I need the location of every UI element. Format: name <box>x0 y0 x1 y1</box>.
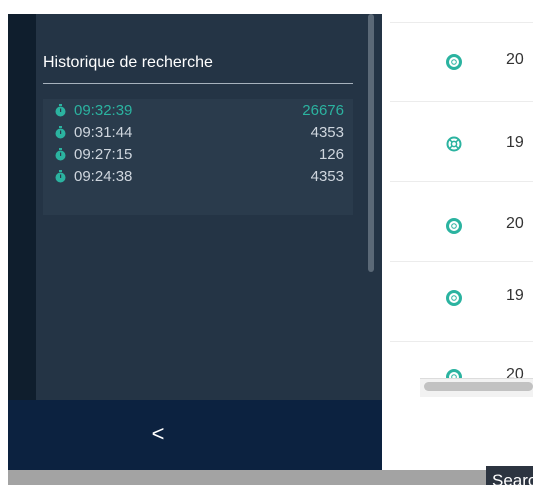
history-count: 126 <box>318 146 344 163</box>
lifebuoy-icon <box>446 54 462 70</box>
lifebuoy-icon <box>446 136 462 152</box>
sidebar-edge <box>8 14 36 400</box>
results-list: 20 19 20 19 20 <box>390 0 533 400</box>
history-count: 4353 <box>310 124 344 141</box>
list-item[interactable]: 20 <box>390 22 533 102</box>
list-item[interactable]: 19 <box>390 101 533 181</box>
stopwatch-icon <box>55 148 66 161</box>
list-item[interactable]: 19 <box>390 261 533 341</box>
list-item[interactable]: 20 <box>390 181 533 261</box>
history-item[interactable]: 09:32:39 26676 <box>43 99 353 121</box>
sidebar-footer: < <box>8 400 382 470</box>
row-value: 19 <box>506 287 524 304</box>
app-root: Historique de recherche 09:32:39 26676 0… <box>0 0 533 485</box>
history-title: Historique de recherche <box>43 54 213 71</box>
history-item[interactable]: 09:27:15 126 <box>43 143 353 165</box>
search-button[interactable]: Search <box>486 466 533 485</box>
collapse-sidebar-button[interactable]: < <box>138 414 178 454</box>
stopwatch-icon <box>55 170 66 183</box>
lifebuoy-icon <box>446 290 462 306</box>
row-value: 20 <box>506 51 524 68</box>
history-time: 09:24:38 <box>74 168 133 185</box>
history-time: 09:27:15 <box>74 146 133 163</box>
history-divider <box>43 83 353 84</box>
history-count: 26676 <box>302 102 344 119</box>
bottom-bar <box>8 470 486 485</box>
left-margin <box>0 0 8 470</box>
horizontal-scrollbar-thumb[interactable] <box>424 382 533 391</box>
history-time: 09:31:44 <box>74 124 133 141</box>
history-time: 09:32:39 <box>74 102 133 119</box>
row-value: 20 <box>506 215 524 232</box>
history-item[interactable]: 09:24:38 4353 <box>43 165 353 187</box>
stopwatch-icon <box>55 104 66 117</box>
sidebar-scrollbar[interactable] <box>368 14 374 272</box>
lifebuoy-icon <box>446 218 462 234</box>
history-item[interactable]: 09:31:44 4353 <box>43 121 353 143</box>
history-count: 4353 <box>310 168 344 185</box>
stopwatch-icon <box>55 126 66 139</box>
history-list: 09:32:39 26676 09:31:44 4353 09:27:15 12… <box>43 99 353 215</box>
row-value: 19 <box>506 134 524 151</box>
